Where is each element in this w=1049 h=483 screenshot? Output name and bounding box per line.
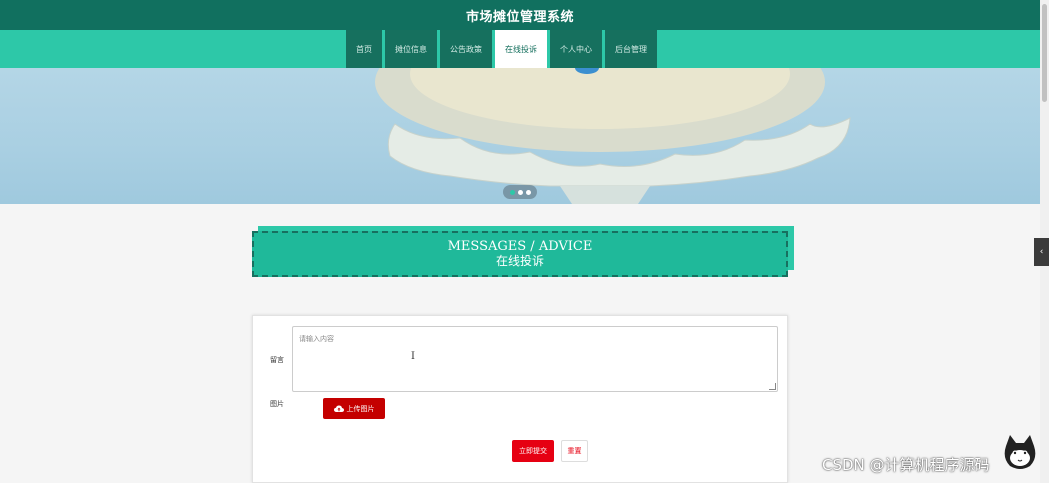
message-textarea[interactable]: 请输入内容 I xyxy=(292,326,778,392)
banner-carousel xyxy=(0,68,1040,204)
section-heading: MESSAGES / ADVICE 在线投诉 xyxy=(252,231,788,277)
nav-item-complaint[interactable]: 在线投诉 xyxy=(495,30,547,68)
side-panel-toggle[interactable]: ‹ xyxy=(1034,238,1049,266)
message-label: 留言 xyxy=(270,356,284,364)
main-nav: 首页 摊位信息 公告政策 在线投诉 个人中心 后台管理 xyxy=(0,30,1040,68)
nav-item-profile[interactable]: 个人中心 xyxy=(550,30,602,68)
carousel-dot[interactable] xyxy=(525,189,531,195)
nav-item-notices[interactable]: 公告政策 xyxy=(440,30,492,68)
site-title: 市场摊位管理系统 xyxy=(465,9,574,25)
upload-image-button[interactable]: 上传图片 xyxy=(323,398,385,419)
resize-handle[interactable] xyxy=(769,383,776,390)
banner-image xyxy=(375,68,851,204)
message-placeholder: 请输入内容 xyxy=(299,335,334,343)
nav-item-stall-info[interactable]: 摊位信息 xyxy=(385,30,437,68)
nav-item-admin[interactable]: 后台管理 xyxy=(605,30,657,68)
nav-items: 首页 摊位信息 公告政策 在线投诉 个人中心 后台管理 xyxy=(346,30,657,68)
text-cursor-icon: I xyxy=(411,351,415,362)
scrollbar-thumb[interactable] xyxy=(1042,4,1047,102)
section-title-en: MESSAGES / ADVICE xyxy=(447,239,593,254)
nav-item-home[interactable]: 首页 xyxy=(346,30,382,68)
section-title-cn: 在线投诉 xyxy=(495,254,544,268)
watermark-text: CSDN @计算机程序源码 xyxy=(822,456,990,474)
cloud-upload-icon xyxy=(333,405,344,412)
carousel-dot[interactable] xyxy=(509,189,515,195)
submit-button[interactable]: 立即提交 xyxy=(512,440,554,462)
site-header: 市场摊位管理系统 xyxy=(0,0,1040,30)
image-label: 图片 xyxy=(270,400,284,408)
carousel-dot[interactable] xyxy=(517,189,523,195)
chevron-left-icon: ‹ xyxy=(1039,247,1044,257)
carousel-dots xyxy=(503,185,537,199)
upload-button-label: 上传图片 xyxy=(346,404,375,413)
reset-button[interactable]: 重置 xyxy=(561,440,588,462)
complaint-form: 留言 请输入内容 I 图片 上传图片 立即提交 重置 xyxy=(252,315,788,483)
cat-mascot-icon xyxy=(1004,435,1036,469)
